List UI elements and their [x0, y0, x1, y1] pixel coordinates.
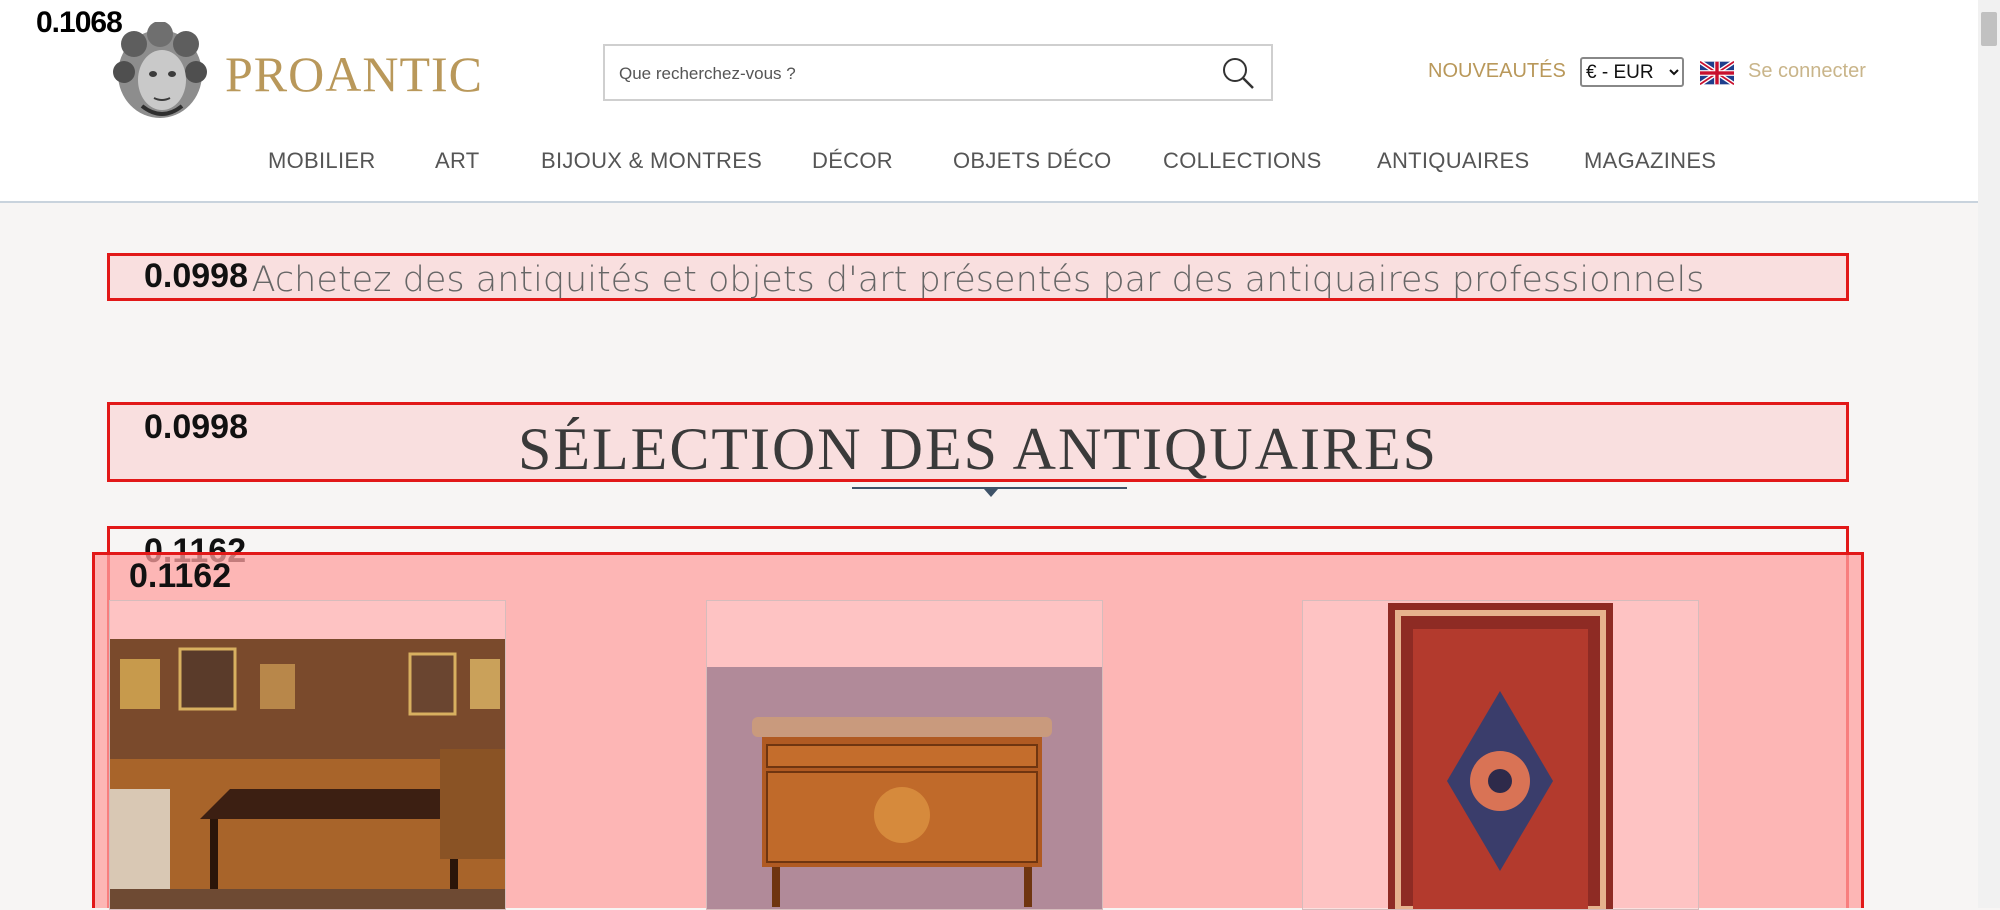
- nav-item-mobilier[interactable]: MOBILIER: [268, 148, 376, 174]
- medusa-head-logo[interactable]: [112, 22, 208, 122]
- nav-item-collections[interactable]: COLLECTIONS: [1163, 148, 1322, 174]
- currency-select[interactable]: € - EUR: [1580, 57, 1684, 87]
- search-box: [603, 44, 1273, 101]
- gallery-interior-image: [110, 639, 505, 909]
- dealer-card-3[interactable]: [1302, 600, 1699, 910]
- tagline: Achetez des antiquités et objets d'art p…: [251, 260, 1705, 300]
- scrollbar-thumb[interactable]: [1981, 12, 1997, 46]
- nav-item-antiquaires[interactable]: ANTIQUAIRES: [1377, 148, 1529, 174]
- search-icon[interactable]: [1219, 54, 1257, 92]
- nav-item-objets-deco[interactable]: OBJETS DÉCO: [953, 148, 1112, 174]
- section-score: 0.0998: [144, 408, 248, 446]
- dealer-card-1[interactable]: [109, 600, 506, 910]
- section-title: SÉLECTION DES ANTIQUAIRES: [518, 416, 1438, 482]
- nav-item-art[interactable]: ART: [435, 148, 480, 174]
- site-header: PROANTIC NOUVEAUTÉS € - EUR Se connecter…: [0, 0, 1978, 203]
- main-nav: MOBILIER ART BIJOUX & MONTRES DÉCOR OBJE…: [0, 148, 1978, 178]
- nav-item-decor[interactable]: DÉCOR: [812, 148, 893, 174]
- nav-item-magazines[interactable]: MAGAZINES: [1584, 148, 1716, 174]
- corner-score-label: 0.1068: [36, 6, 123, 39]
- login-link[interactable]: Se connecter: [1748, 60, 1866, 83]
- grid-score-inner: 0.1162: [129, 557, 232, 595]
- search-input[interactable]: [617, 56, 1181, 92]
- rug-image: [1388, 603, 1613, 909]
- title-divider-tip: [984, 489, 998, 497]
- tagline-score: 0.0998: [144, 257, 248, 295]
- commode-image: [707, 667, 1102, 909]
- dealer-card-2[interactable]: [706, 600, 1103, 910]
- brand-name[interactable]: PROANTIC: [225, 45, 483, 103]
- nav-item-bijoux-montres[interactable]: BIJOUX & MONTRES: [541, 148, 762, 174]
- vertical-scrollbar[interactable]: [1978, 0, 2000, 908]
- new-arrivals-link[interactable]: NOUVEAUTÉS: [1428, 60, 1566, 83]
- uk-flag-icon[interactable]: [1700, 61, 1734, 85]
- tagline-highlight: Achetez des antiquités et objets d'art p…: [107, 253, 1849, 301]
- section-title-highlight: SÉLECTION DES ANTIQUAIRES: [107, 402, 1849, 482]
